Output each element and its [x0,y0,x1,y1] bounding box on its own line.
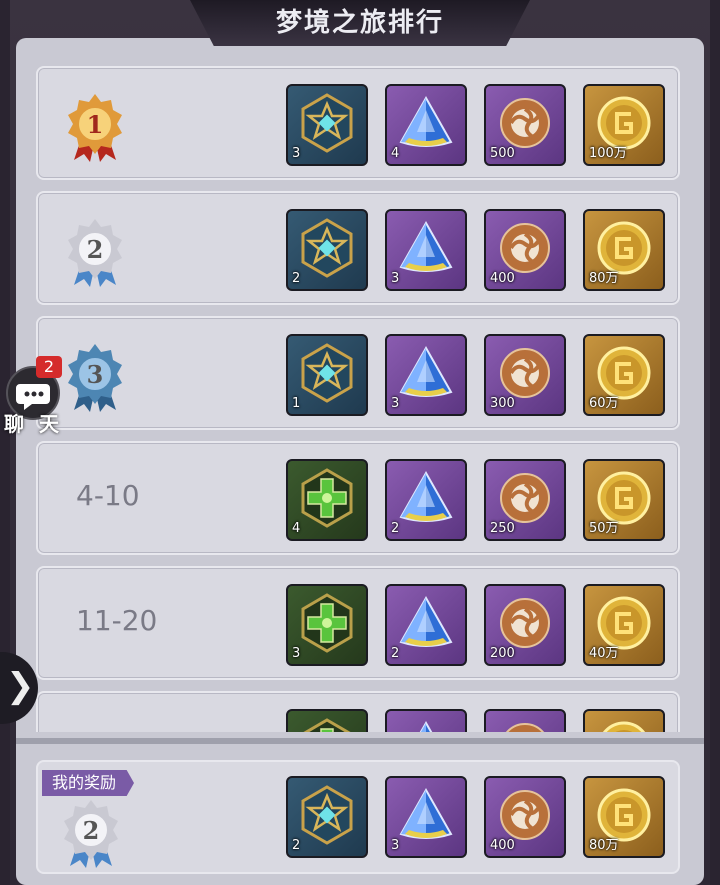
rank-row: 4-10 4 2 250 50万 [36,441,680,555]
reward-quantity: 250 [490,521,515,536]
reward-list[interactable]: 1 3 4 500 100万 2 2 3 400 80万 3 1 3 300 60万 4-10 4 2 250 50万… [36,66,680,732]
reward-item[interactable]: 100万 [583,84,665,166]
reward-item[interactable] [286,709,368,732]
reward-item[interactable]: 2 [385,459,467,541]
my-reward-label: 我的奖励 [42,770,135,796]
reward-quantity: 2 [391,521,400,536]
reward-item[interactable]: 40万 [583,584,665,666]
reward-item[interactable]: 3 [385,209,467,291]
reward-quantity: 1 [292,396,301,411]
chevron-right-icon: ❯ [6,666,35,706]
reward-item[interactable]: 80万 [583,209,665,291]
title-banner: 梦境之旅排行 [190,0,530,46]
rank-number: 3 [87,360,104,389]
reward-item[interactable]: 300 [484,334,566,416]
reward-quantity: 2 [292,838,301,853]
chat-unread-badge: 2 [36,356,62,378]
reward-item[interactable]: 80万 [583,776,665,858]
reward-item[interactable]: 400 [484,209,566,291]
rank-row [36,691,680,732]
reward-item[interactable]: 60万 [583,334,665,416]
rank-number: 2 [83,816,100,845]
reward-item[interactable]: 3 [286,84,368,166]
rank-range: 4-10 [76,479,140,512]
reward-quantity: 50万 [589,521,619,536]
reward-quantity: 3 [391,271,400,286]
page-title: 梦境之旅排行 [275,7,444,38]
rank-row: 3 1 3 300 60万 [36,316,680,430]
rank-row: 11-20 3 2 200 40万 [36,566,680,680]
reward-quantity: 100万 [589,146,627,161]
reward-item[interactable]: 1 [286,334,368,416]
reward-quantity: 3 [391,396,400,411]
reward-item[interactable]: 2 [385,584,467,666]
reward-item[interactable] [484,709,566,732]
reward-quantity: 300 [490,396,515,411]
rank-row: 1 3 4 500 100万 [36,66,680,180]
reward-item[interactable]: 4 [385,84,467,166]
reward-quantity: 4 [391,146,400,161]
divider [16,738,704,744]
rank-number: 1 [87,110,104,139]
reward-item[interactable] [583,709,665,732]
reward-quantity: 3 [292,146,301,161]
reward-item[interactable]: 3 [385,334,467,416]
blue-medal-icon: 3 [62,342,128,414]
reward-item[interactable]: 2 [286,776,368,858]
reward-quantity: 500 [490,146,515,161]
rank-row: 2 2 3 400 80万 [36,191,680,305]
reward-quantity: 3 [391,838,400,853]
reward-item[interactable]: 2 [286,209,368,291]
rank-range: 11-20 [76,604,158,637]
rank-number: 2 [87,235,104,264]
chat-label: 聊 天 [4,412,63,436]
silver-medal-icon: 2 [58,798,124,870]
reward-quantity: 80万 [589,838,619,853]
reward-item[interactable]: 4 [286,459,368,541]
reward-item[interactable]: 400 [484,776,566,858]
reward-item[interactable]: 500 [484,84,566,166]
reward-quantity: 3 [292,646,301,661]
silver-medal-icon: 2 [62,217,128,289]
reward-quantity: 4 [292,521,301,536]
reward-item[interactable]: 200 [484,584,566,666]
chat-button[interactable]: 2 聊 天 [2,352,66,436]
reward-item[interactable]: 3 [286,584,368,666]
reward-quantity: 400 [490,271,515,286]
reward-item[interactable]: 250 [484,459,566,541]
reward-quantity: 60万 [589,396,619,411]
reward-quantity: 80万 [589,271,619,286]
reward-item[interactable]: 50万 [583,459,665,541]
reward-quantity: 400 [490,838,515,853]
reward-item[interactable] [385,709,467,732]
reward-item[interactable]: 3 [385,776,467,858]
reward-quantity: 40万 [589,646,619,661]
reward-quantity: 200 [490,646,515,661]
my-reward-panel: 我的奖励 2 2 3 400 80万 [36,760,680,874]
reward-quantity: 2 [391,646,400,661]
reward-quantity: 2 [292,271,301,286]
gold-medal-icon: 1 [62,92,128,164]
